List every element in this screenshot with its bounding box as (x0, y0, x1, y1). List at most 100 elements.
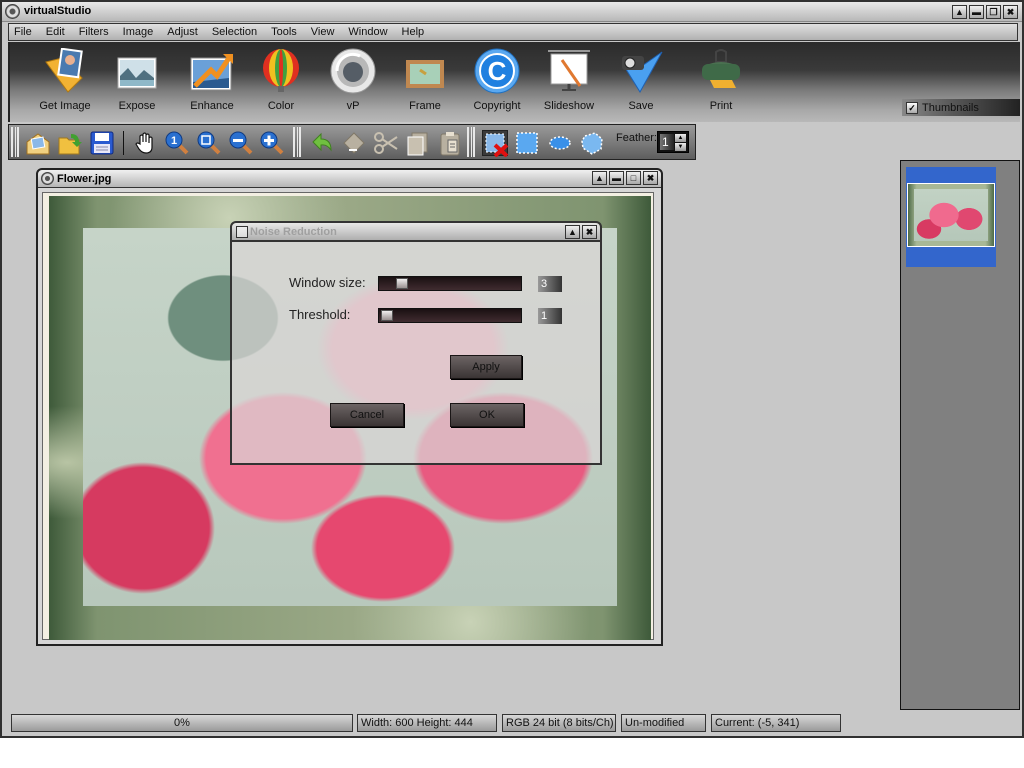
enhance-button[interactable]: Enhance (177, 48, 247, 112)
menu-selection[interactable]: Selection (212, 26, 257, 38)
balloon-icon (258, 48, 304, 94)
shade-button[interactable]: ▲ (952, 5, 967, 19)
dialog-shade-button[interactable]: ▲ (565, 225, 580, 239)
cut-button[interactable] (373, 130, 399, 156)
color-mode-status: RGB 24 bit (8 bits/Ch) (502, 714, 616, 732)
threshold-value[interactable]: 1 (538, 308, 562, 324)
apply-button[interactable]: Apply (450, 355, 522, 379)
feather-up-button[interactable]: ▲ (675, 134, 686, 142)
menu-window[interactable]: Window (348, 26, 387, 38)
dialog-titlebar[interactable]: Noise Reduction ▲ ✖ (232, 223, 600, 242)
dialog-close-button[interactable]: ✖ (582, 225, 597, 239)
window-size-value[interactable]: 3 (538, 276, 562, 292)
open-mail-button[interactable] (25, 130, 51, 156)
zoom-actual-button[interactable]: 1 (164, 130, 190, 156)
feather-down-button[interactable]: ▼ (675, 143, 686, 151)
menu-adjust[interactable]: Adjust (167, 26, 198, 38)
noise-reduction-dialog: Noise Reduction ▲ ✖ Window size: 3 Thres… (230, 221, 602, 465)
threshold-slider[interactable] (378, 308, 522, 323)
save-button[interactable]: Save (606, 48, 676, 112)
deselect-button[interactable] (482, 130, 509, 158)
menu-file[interactable]: File (14, 26, 32, 38)
thumbnail-item-selected[interactable] (906, 167, 996, 267)
menu-image[interactable]: Image (123, 26, 154, 38)
vp-button[interactable]: vP (318, 48, 388, 112)
app-window: virtualStudio ▲ ▬ ❐ ✖ File Edit Filters … (0, 0, 1024, 738)
save-file-button[interactable] (89, 130, 115, 156)
open-mail-icon (26, 133, 50, 155)
expose-button[interactable]: Expose (102, 48, 172, 112)
tools-toolbar: 1 Feather: 1 ▲ ▼ (8, 124, 696, 160)
feather-value[interactable]: 1 (660, 134, 674, 150)
copyright-button[interactable]: C Copyright (462, 48, 532, 112)
threshold-slider-thumb[interactable] (381, 310, 393, 321)
color-button[interactable]: Color (246, 48, 316, 112)
app-title: virtualStudio (24, 5, 92, 17)
rect-select-button[interactable] (514, 130, 540, 156)
print-button[interactable]: Print (686, 48, 756, 112)
menu-help[interactable]: Help (402, 26, 425, 38)
frame-icon (402, 48, 448, 94)
slideshow-button[interactable]: Slideshow (534, 48, 604, 112)
zoom-fit-icon (197, 131, 221, 155)
image-maximize-button[interactable]: □ (626, 171, 641, 185)
toolbar-grip[interactable] (11, 127, 19, 157)
thumbnails-toggle[interactable]: ✓ Thumbnails (902, 99, 1020, 116)
image-close-button[interactable]: ✖ (643, 171, 658, 185)
toolbar-grip[interactable] (293, 127, 301, 157)
undo-button[interactable] (309, 130, 335, 156)
window-size-slider[interactable] (378, 276, 522, 291)
redo-button[interactable] (341, 130, 367, 156)
window-size-label: Window size: (289, 275, 366, 290)
undo-icon (312, 132, 332, 152)
copy-button[interactable] (405, 130, 431, 156)
zoom-out-icon (229, 131, 253, 155)
hand-pan-icon (135, 132, 153, 154)
ok-button[interactable]: OK (450, 403, 524, 427)
open-folder-icon (58, 134, 82, 155)
paste-button[interactable] (437, 130, 463, 156)
app-logo-icon (5, 4, 20, 19)
lasso-select-icon (581, 132, 603, 155)
dialog-menu-checkbox[interactable] (236, 226, 248, 238)
zoom-actual-icon: 1 (165, 131, 189, 155)
vp-logo-icon (330, 48, 376, 94)
slideshow-icon (546, 48, 592, 94)
zoom-fit-button[interactable] (196, 130, 222, 156)
zoom-in-button[interactable] (259, 130, 285, 156)
lasso-select-button[interactable] (579, 130, 605, 156)
thumbnails-checkbox[interactable]: ✓ (906, 101, 918, 114)
minimize-button[interactable]: ▬ (969, 5, 984, 19)
get-image-button[interactable]: Get Image (30, 47, 100, 112)
ellipse-select-button[interactable] (547, 130, 573, 156)
frame-button[interactable]: Frame (390, 48, 460, 112)
pan-tool-button[interactable] (133, 130, 159, 156)
svg-text:1: 1 (171, 135, 177, 147)
close-button[interactable]: ✖ (1003, 5, 1018, 19)
feather-label: Feather: (616, 132, 657, 144)
status-bar: 0% Width: 600 Height: 444 RGB 24 bit (8 … (8, 711, 1020, 735)
dialog-title: Noise Reduction (250, 226, 337, 238)
image-window-title: Flower.jpg (57, 173, 112, 185)
menu-view[interactable]: View (311, 26, 335, 38)
menu-filters[interactable]: Filters (79, 26, 109, 38)
open-folder-button[interactable] (57, 130, 83, 156)
menu-edit[interactable]: Edit (46, 26, 65, 38)
ellipse-select-icon (549, 136, 571, 150)
toolbar-separator (123, 131, 124, 155)
window-size-slider-thumb[interactable] (396, 278, 409, 289)
restore-button[interactable]: ❐ (986, 5, 1001, 19)
cancel-button[interactable]: Cancel (330, 403, 404, 427)
menu-tools[interactable]: Tools (271, 26, 297, 38)
document-icon (41, 172, 54, 185)
image-shade-button[interactable]: ▲ (592, 171, 607, 185)
modified-status: Un-modified (621, 714, 706, 732)
dimensions-status: Width: 600 Height: 444 (357, 714, 497, 732)
image-minimize-button[interactable]: ▬ (609, 171, 624, 185)
image-window-titlebar[interactable]: Flower.jpg ▲ ▬ □ ✖ (38, 170, 661, 188)
mdi-workspace: Flower.jpg ▲ ▬ □ ✖ Noise Reduction ▲ ✖ W… (8, 162, 898, 708)
toolbar-grip[interactable] (467, 127, 475, 157)
printer-icon (698, 48, 744, 94)
zoom-out-button[interactable] (228, 130, 254, 156)
feather-spinbox[interactable]: 1 ▲ ▼ (657, 131, 689, 153)
